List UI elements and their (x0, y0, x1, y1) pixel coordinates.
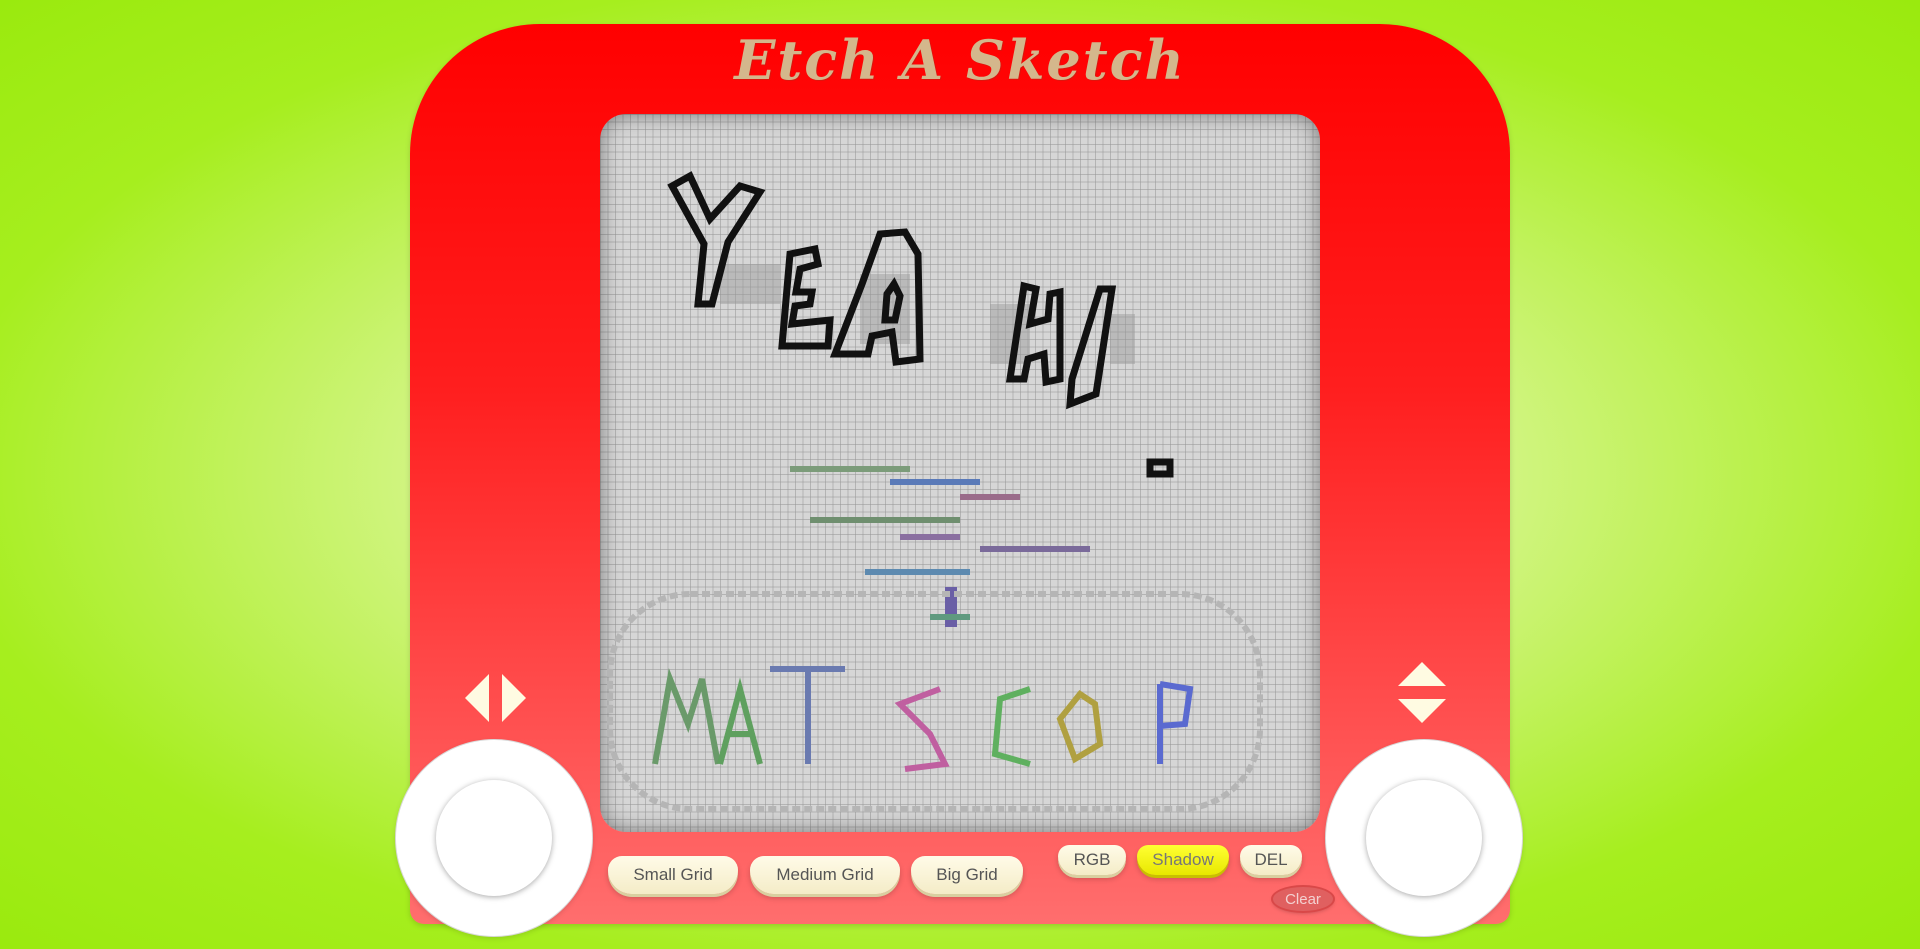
right-knob[interactable] (1326, 740, 1522, 936)
left-knob-center (436, 780, 552, 896)
medium-grid-button[interactable]: Medium Grid (750, 856, 900, 894)
small-grid-button[interactable]: Small Grid (608, 856, 738, 894)
rgb-button[interactable]: RGB (1058, 845, 1126, 875)
arrow-down-icon[interactable] (1398, 699, 1446, 723)
big-grid-button[interactable]: Big Grid (911, 856, 1023, 894)
signature-letters (652, 666, 1194, 772)
del-button[interactable]: DEL (1240, 845, 1302, 875)
shadow-button[interactable]: Shadow (1137, 845, 1229, 875)
drawing-screen[interactable] (600, 114, 1320, 832)
yeah-drawing (667, 171, 1174, 478)
app-title: Etch A Sketch (734, 28, 1186, 92)
drawing-canvas (607, 171, 1263, 812)
arrow-right-icon[interactable] (502, 674, 526, 722)
clear-button[interactable]: Clear (1273, 887, 1333, 911)
left-knob[interactable] (396, 740, 592, 936)
right-knob-center (1366, 780, 1482, 896)
arrow-up-icon[interactable] (1398, 662, 1446, 686)
rgb-drawing (790, 466, 1090, 627)
arrow-left-icon[interactable] (465, 674, 489, 722)
